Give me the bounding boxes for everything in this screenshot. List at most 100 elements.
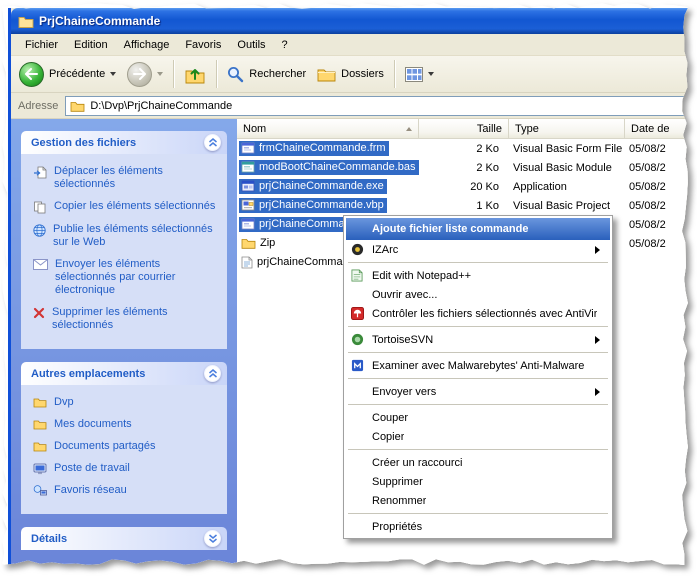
context-item-couper[interactable]: Couper <box>346 408 610 427</box>
context-item-proprietes[interactable]: Propriétés <box>346 517 610 536</box>
folders-button[interactable]: Dossiers <box>313 65 388 84</box>
vb-form-icon <box>241 142 255 154</box>
address-input[interactable]: D:\Dvp\PrjChaineCommande <box>65 96 688 116</box>
context-item-izarc[interactable]: IZArc <box>346 240 610 259</box>
file-name-selected[interactable]: frmChaineCommande.frm <box>239 141 389 156</box>
context-item-creer-raccourci[interactable]: Créer un raccourci <box>346 453 610 472</box>
task-label: Envoyer les éléments sélectionnés par co… <box>55 258 221 297</box>
back-button[interactable]: Précédente <box>15 60 120 89</box>
vb-form-icon <box>241 218 255 230</box>
up-folder-icon <box>184 64 206 85</box>
place-poste-de-travail[interactable]: Poste de travail <box>33 462 221 475</box>
text-file-icon <box>241 256 253 269</box>
expand-button[interactable] <box>204 530 221 547</box>
context-item-copier[interactable]: Copier <box>346 427 610 446</box>
search-button[interactable]: Rechercher <box>223 64 310 85</box>
menu-aide[interactable]: ? <box>274 36 296 54</box>
context-item-ouvrir-avec[interactable]: Ouvrir avec... <box>346 285 610 304</box>
task-delete-items[interactable]: Supprimer les éléments sélectionnés <box>33 306 221 332</box>
vb-module-icon <box>241 161 255 173</box>
file-row[interactable]: modBootChaineCommande.bas 2 Ko Visual Ba… <box>237 158 688 177</box>
task-publish-web[interactable]: Publie les éléments sélectionnés sur le … <box>33 223 221 249</box>
column-header-type[interactable]: Type <box>509 119 625 139</box>
context-item-ajoute-fichier[interactable]: Ajoute fichier liste commande <box>346 218 610 240</box>
place-documents-partages[interactable]: Documents partagés <box>33 440 221 453</box>
column-header-taille[interactable]: Taille <box>419 119 509 139</box>
section-body: Dvp Mes documents Documents partagés <box>21 385 227 514</box>
menu-favoris[interactable]: Favoris <box>177 36 229 54</box>
menu-separator <box>348 378 608 379</box>
file-name[interactable]: Zip <box>239 236 278 251</box>
copy-file-icon <box>33 201 47 214</box>
menu-separator <box>348 326 608 327</box>
section-header-autres[interactable]: Autres emplacements <box>21 362 227 385</box>
context-item-renommer[interactable]: Renommer <box>346 491 610 510</box>
file-name-selected[interactable]: prjChaineCommande.vbp <box>239 198 387 213</box>
tortoisesvn-icon <box>348 332 366 348</box>
place-dvp[interactable]: Dvp <box>33 396 221 409</box>
column-label: Date de <box>631 123 670 135</box>
column-headers: Nom Taille Type Date de <box>237 119 688 139</box>
task-email-items[interactable]: Envoyer les éléments sélectionnés par co… <box>33 258 221 297</box>
file-name-selected[interactable]: modBootChaineCommande.bas <box>239 160 419 175</box>
context-item-notepadpp[interactable]: Edit with Notepad++ <box>346 266 610 285</box>
place-label: Mes documents <box>54 418 132 431</box>
delete-icon <box>33 307 45 319</box>
place-label: Dvp <box>54 396 74 409</box>
vb-project-icon <box>241 199 255 211</box>
collapse-button[interactable] <box>204 365 221 382</box>
task-label: Supprimer les éléments sélectionnés <box>52 306 221 332</box>
section-header-gestion[interactable]: Gestion des fichiers <box>21 131 227 154</box>
place-favoris-reseau[interactable]: Favoris réseau <box>33 484 221 497</box>
column-label: Taille <box>477 123 502 135</box>
task-label: Publie les éléments sélectionnés sur le … <box>53 223 221 249</box>
menu-separator <box>348 352 608 353</box>
task-copy-items[interactable]: Copier les éléments sélectionnés <box>33 200 221 214</box>
views-button[interactable] <box>401 65 438 84</box>
menu-fichier[interactable]: Fichier <box>17 36 66 54</box>
context-item-antivir[interactable]: Contrôler les fichiers sélectionnés avec… <box>346 304 610 323</box>
file-size: 1 Ko <box>419 200 509 212</box>
column-header-nom[interactable]: Nom <box>237 119 419 139</box>
views-dropdown-icon[interactable] <box>428 72 434 76</box>
context-item-tortoisesvn[interactable]: TortoiseSVN <box>346 330 610 349</box>
malwarebytes-icon <box>348 358 366 374</box>
menu-affichage[interactable]: Affichage <box>116 36 178 54</box>
file-date: 05/08/2 <box>625 219 688 231</box>
toolbar: Précédente Rechercher Dossiers <box>11 56 688 93</box>
back-dropdown-icon[interactable] <box>110 72 116 76</box>
sort-ascending-icon <box>406 127 412 131</box>
chevron-up-icon <box>208 138 218 147</box>
section-title: Détails <box>31 533 67 545</box>
address-label: Adresse <box>18 100 58 112</box>
file-row[interactable]: frmChaineCommande.frm 2 Ko Visual Basic … <box>237 139 688 158</box>
file-name-selected[interactable]: prjChaineCommande.exe <box>239 179 387 194</box>
menu-edition[interactable]: Edition <box>66 36 116 54</box>
section-body: Déplacer les éléments sélectionnés Copie… <box>21 154 227 349</box>
menu-separator <box>348 513 608 514</box>
file-row[interactable]: prjChaineCommande.vbp 1 Ko Visual Basic … <box>237 196 688 215</box>
context-item-malwarebytes[interactable]: Examiner avec Malwarebytes' Anti-Malware <box>346 356 610 375</box>
task-move-items[interactable]: Déplacer les éléments sélectionnés <box>33 165 221 191</box>
section-header-details[interactable]: Détails <box>21 527 227 550</box>
window-icon <box>18 15 34 28</box>
chevron-down-icon <box>208 534 218 543</box>
file-name[interactable]: prjChaineComman <box>239 255 352 271</box>
title-bar[interactable]: PrjChaineCommande <box>11 8 688 34</box>
column-header-date[interactable]: Date de <box>625 119 688 139</box>
network-icon <box>33 485 47 497</box>
place-mes-documents[interactable]: Mes documents <box>33 418 221 431</box>
move-file-icon <box>33 166 47 179</box>
folder-icon <box>33 441 47 452</box>
up-button[interactable] <box>180 62 210 87</box>
context-item-envoyer-vers[interactable]: Envoyer vers <box>346 382 610 401</box>
file-name-selected[interactable]: prjChaineComman <box>239 217 354 232</box>
section-title: Gestion des fichiers <box>31 137 136 149</box>
menu-outils[interactable]: Outils <box>229 36 273 54</box>
window-title: PrjChaineCommande <box>39 14 160 28</box>
file-row[interactable]: prjChaineCommande.exe 20 Ko Application … <box>237 177 688 196</box>
context-item-supprimer[interactable]: Supprimer <box>346 472 610 491</box>
forward-button[interactable] <box>123 60 167 89</box>
collapse-button[interactable] <box>204 134 221 151</box>
file-date: 05/08/2 <box>625 181 688 193</box>
